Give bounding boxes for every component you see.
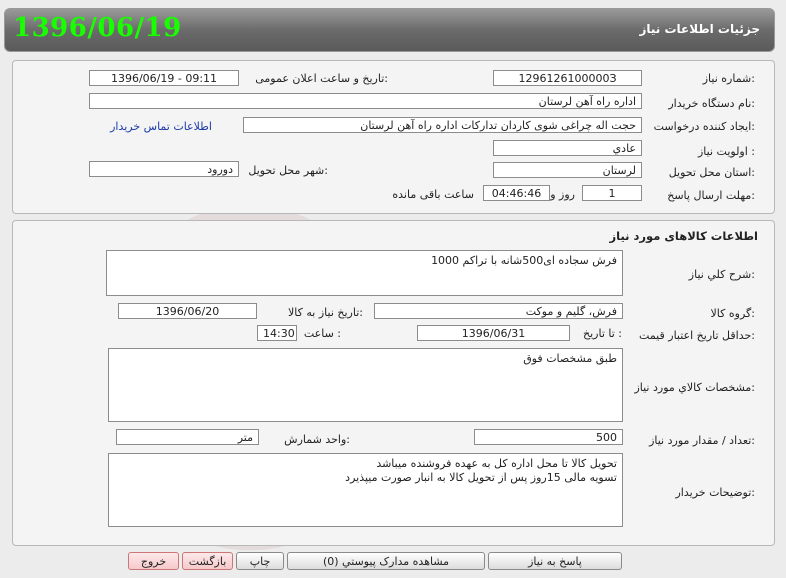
specs-field: طبق مشخصات فوق bbox=[108, 348, 623, 422]
announce-label: تاریخ و ساعت اعلان عمومی: bbox=[255, 72, 388, 85]
to-date-label: تا تاریخ : bbox=[583, 327, 622, 340]
need-number-label: شماره نیاز: bbox=[702, 72, 755, 85]
announce-field: 1396/06/19 - 09:11 bbox=[89, 70, 239, 86]
qty-label: تعداد / مقدار مورد نیاز: bbox=[649, 434, 755, 447]
days-suffix: روز و bbox=[550, 188, 575, 201]
province-field: لرستان bbox=[493, 162, 642, 178]
time-left-field: 04:46:46 bbox=[483, 185, 550, 201]
hour-label: ساعت : bbox=[303, 327, 341, 340]
priority-field: عادي bbox=[493, 140, 642, 156]
priority-label: اولویت نیاز : bbox=[697, 145, 755, 158]
goods-section-title: اطلاعات کالاهای مورد نیاز bbox=[609, 229, 758, 243]
qty-field: 500 bbox=[474, 429, 623, 445]
contact-buyer-link[interactable]: اطلاعات تماس خریدار bbox=[110, 120, 212, 133]
summary-field: فرش سجاده ای500شانه با تراکم 1000 bbox=[106, 250, 623, 296]
need-date-field: 1396/06/20 bbox=[118, 303, 257, 319]
unit-field: متر bbox=[116, 429, 259, 445]
time-left-suffix: ساعت باقی مانده bbox=[392, 188, 474, 201]
validity-label: حداقل تاریخ اعتبار قیمت: bbox=[639, 329, 755, 342]
city-field: دورود bbox=[89, 161, 239, 177]
deadline-label: مهلت ارسال پاسخ: bbox=[667, 189, 755, 202]
print-button[interactable]: چاپ bbox=[236, 552, 284, 570]
back-button[interactable]: بازگشت bbox=[182, 552, 233, 570]
hour-field: 14:30 bbox=[257, 325, 297, 341]
header-bar: جزئیات اطلاعات نیاز 1396/06/19 bbox=[4, 8, 775, 52]
days-field: 1 bbox=[582, 185, 642, 201]
creator-field: حجت اله چراغی شوی کاردان تداركات اداره ر… bbox=[243, 117, 642, 133]
reply-button[interactable]: پاسخ به نیاز bbox=[488, 552, 622, 570]
city-label: شهر محل تحویل: bbox=[248, 164, 328, 177]
view-docs-button[interactable]: مشاهده مدارک پیوستي (0) bbox=[287, 552, 485, 570]
desc-line-2: تسویه مالی 15روز پس از تحویل کالا به انب… bbox=[345, 471, 617, 484]
page-title: جزئیات اطلاعات نیاز bbox=[639, 22, 760, 36]
desc-line-1: تحویل کالا تا محل اداره کل به عهده فروشن… bbox=[376, 457, 617, 470]
group-field: فرش، گلیم و موکت bbox=[374, 303, 623, 319]
exit-button[interactable]: خروج bbox=[128, 552, 179, 570]
desc-field: تحویل کالا تا محل اداره کل به عهده فروشن… bbox=[108, 453, 623, 527]
province-label: استان محل تحویل: bbox=[668, 166, 755, 179]
unit-label: واحد شمارش: bbox=[284, 433, 350, 446]
buyer-org-field: اداره راه آهن لرستان bbox=[89, 93, 642, 109]
group-label: گروه کالا: bbox=[710, 307, 755, 320]
need-date-label: تاریخ نیاز به کالا: bbox=[288, 306, 363, 319]
desc-label: توضیحات خریدار: bbox=[675, 486, 756, 499]
summary-label: شرح کلي نياز: bbox=[688, 268, 755, 281]
to-date-field: 1396/06/31 bbox=[417, 325, 570, 341]
buyer-org-label: نام دستگاه خریدار: bbox=[668, 97, 755, 110]
header-date: 1396/06/19 bbox=[13, 13, 182, 43]
specs-label: مشخصات كالاي مورد نياز: bbox=[634, 381, 755, 394]
creator-label: ایجاد کننده درخواست: bbox=[653, 120, 755, 133]
need-number-field: 1296126100000З bbox=[493, 70, 642, 86]
